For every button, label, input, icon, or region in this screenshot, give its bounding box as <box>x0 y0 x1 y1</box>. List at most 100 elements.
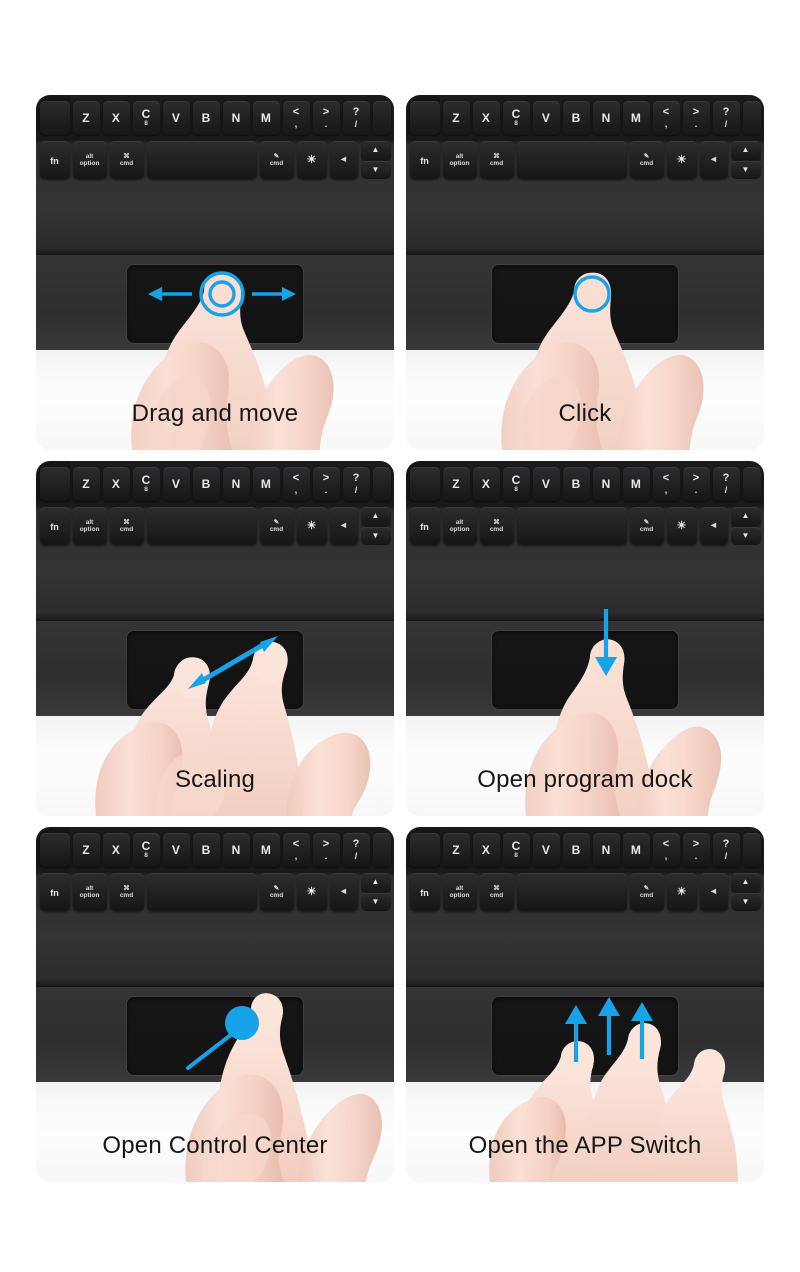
key-up-down[interactable]: ▲ ▼ <box>730 873 761 911</box>
chevron-up-icon[interactable]: ▲ <box>360 141 391 160</box>
key-slash[interactable]: ? / <box>712 101 740 135</box>
back-arrow-icon[interactable]: ◀ <box>699 141 728 179</box>
key-space[interactable] <box>146 507 257 545</box>
key-cmd-left[interactable]: ⌘ cmd <box>109 873 144 911</box>
key-m[interactable]: M <box>622 467 650 501</box>
key-comma[interactable]: <, <box>282 833 310 867</box>
trackpad[interactable] <box>492 631 678 709</box>
key-b[interactable]: B <box>192 101 220 135</box>
key-x[interactable]: X <box>472 467 500 501</box>
key-cmd-right[interactable]: ✎ cmd <box>259 141 294 179</box>
trackpad[interactable] <box>127 631 303 709</box>
back-arrow-icon[interactable]: ◀ <box>329 873 358 911</box>
back-arrow-icon[interactable]: ◀ <box>329 141 358 179</box>
key-cmd-right[interactable]: ✎ cmd <box>629 507 664 545</box>
key-period[interactable]: >. <box>682 467 710 501</box>
key-c[interactable]: C8 <box>132 101 160 135</box>
key-z[interactable]: Z <box>442 101 470 135</box>
key-space[interactable] <box>146 873 257 911</box>
key-n[interactable]: N <box>222 833 250 867</box>
key-n[interactable]: N <box>592 467 620 501</box>
key-space[interactable] <box>516 507 627 545</box>
chevron-down-icon[interactable]: ▼ <box>360 526 391 545</box>
key-alt-option[interactable]: alt option <box>442 141 477 179</box>
brightness-icon[interactable]: ☀ <box>296 873 327 911</box>
key-c[interactable]: C8 <box>502 101 530 135</box>
key-cmd-right[interactable]: ✎ cmd <box>259 873 294 911</box>
key-cmd-left[interactable]: ⌘ cmd <box>479 873 514 911</box>
trackpad[interactable] <box>127 997 303 1075</box>
key-n[interactable]: N <box>592 101 620 135</box>
key-z[interactable]: Z <box>72 833 100 867</box>
key-n[interactable]: N <box>222 101 250 135</box>
chevron-up-icon[interactable]: ▲ <box>360 507 391 526</box>
chevron-down-icon[interactable]: ▼ <box>360 892 391 911</box>
chevron-up-icon[interactable]: ▲ <box>730 873 761 892</box>
key-space[interactable] <box>516 873 627 911</box>
chevron-up-icon[interactable]: ▲ <box>730 141 761 160</box>
key-slash[interactable]: ? / <box>342 833 370 867</box>
key-slash[interactable]: ? / <box>342 467 370 501</box>
key-fn[interactable]: fn <box>409 873 440 911</box>
key-v[interactable]: V <box>162 833 190 867</box>
key-v[interactable]: V <box>532 101 560 135</box>
key-v[interactable]: V <box>162 467 190 501</box>
key-comma[interactable]: <, <box>282 467 310 501</box>
trackpad[interactable] <box>127 265 303 343</box>
back-arrow-icon[interactable]: ◀ <box>699 873 728 911</box>
key-period[interactable]: >. <box>312 833 340 867</box>
key-v[interactable]: V <box>532 833 560 867</box>
key-fn[interactable]: fn <box>409 141 440 179</box>
key-slash[interactable]: ? / <box>712 467 740 501</box>
key-x[interactable]: X <box>102 467 130 501</box>
key-fn[interactable]: fn <box>409 507 440 545</box>
key-slash[interactable]: ? / <box>712 833 740 867</box>
key-cmd-left[interactable]: ⌘ cmd <box>109 141 144 179</box>
brightness-icon[interactable]: ☀ <box>296 141 327 179</box>
key-space[interactable] <box>146 141 257 179</box>
key-comma[interactable]: <, <box>282 101 310 135</box>
key-cmd-right[interactable]: ✎ cmd <box>629 873 664 911</box>
key-c[interactable]: C8 <box>132 467 160 501</box>
trackpad[interactable] <box>492 265 678 343</box>
key-z[interactable]: Z <box>72 467 100 501</box>
key-z[interactable]: Z <box>442 833 470 867</box>
trackpad[interactable] <box>492 997 678 1075</box>
key-b[interactable]: B <box>562 467 590 501</box>
key-fn[interactable]: fn <box>39 873 70 911</box>
key-alt-option[interactable]: alt option <box>72 141 107 179</box>
key-m[interactable]: M <box>622 101 650 135</box>
key-up-down[interactable]: ▲ ▼ <box>360 873 391 911</box>
key-comma[interactable]: <, <box>652 101 680 135</box>
key-b[interactable]: B <box>562 101 590 135</box>
key-m[interactable]: M <box>252 833 280 867</box>
key-up-down[interactable]: ▲ ▼ <box>360 141 391 179</box>
key-period[interactable]: >. <box>682 833 710 867</box>
brightness-icon[interactable]: ☀ <box>666 507 697 545</box>
key-up-down[interactable]: ▲ ▼ <box>730 141 761 179</box>
key-cmd-right[interactable]: ✎ cmd <box>629 141 664 179</box>
back-arrow-icon[interactable]: ◀ <box>329 507 358 545</box>
chevron-up-icon[interactable]: ▲ <box>360 873 391 892</box>
key-c[interactable]: C8 <box>502 467 530 501</box>
key-cmd-left[interactable]: ⌘ cmd <box>479 507 514 545</box>
key-z[interactable]: Z <box>442 467 470 501</box>
key-up-down[interactable]: ▲ ▼ <box>360 507 391 545</box>
key-cmd-right[interactable]: ✎ cmd <box>259 507 294 545</box>
key-m[interactable]: M <box>252 101 280 135</box>
key-period[interactable]: >. <box>682 101 710 135</box>
key-x[interactable]: X <box>472 833 500 867</box>
key-alt-option[interactable]: alt option <box>72 507 107 545</box>
chevron-down-icon[interactable]: ▼ <box>730 526 761 545</box>
key-m[interactable]: M <box>252 467 280 501</box>
key-alt-option[interactable]: alt option <box>442 507 477 545</box>
key-c[interactable]: C8 <box>502 833 530 867</box>
key-x[interactable]: X <box>472 101 500 135</box>
key-fn[interactable]: fn <box>39 141 70 179</box>
key-fn[interactable]: fn <box>39 507 70 545</box>
key-b[interactable]: B <box>562 833 590 867</box>
key-n[interactable]: N <box>592 833 620 867</box>
key-x[interactable]: X <box>102 101 130 135</box>
key-period[interactable]: >. <box>312 101 340 135</box>
key-alt-option[interactable]: alt option <box>442 873 477 911</box>
